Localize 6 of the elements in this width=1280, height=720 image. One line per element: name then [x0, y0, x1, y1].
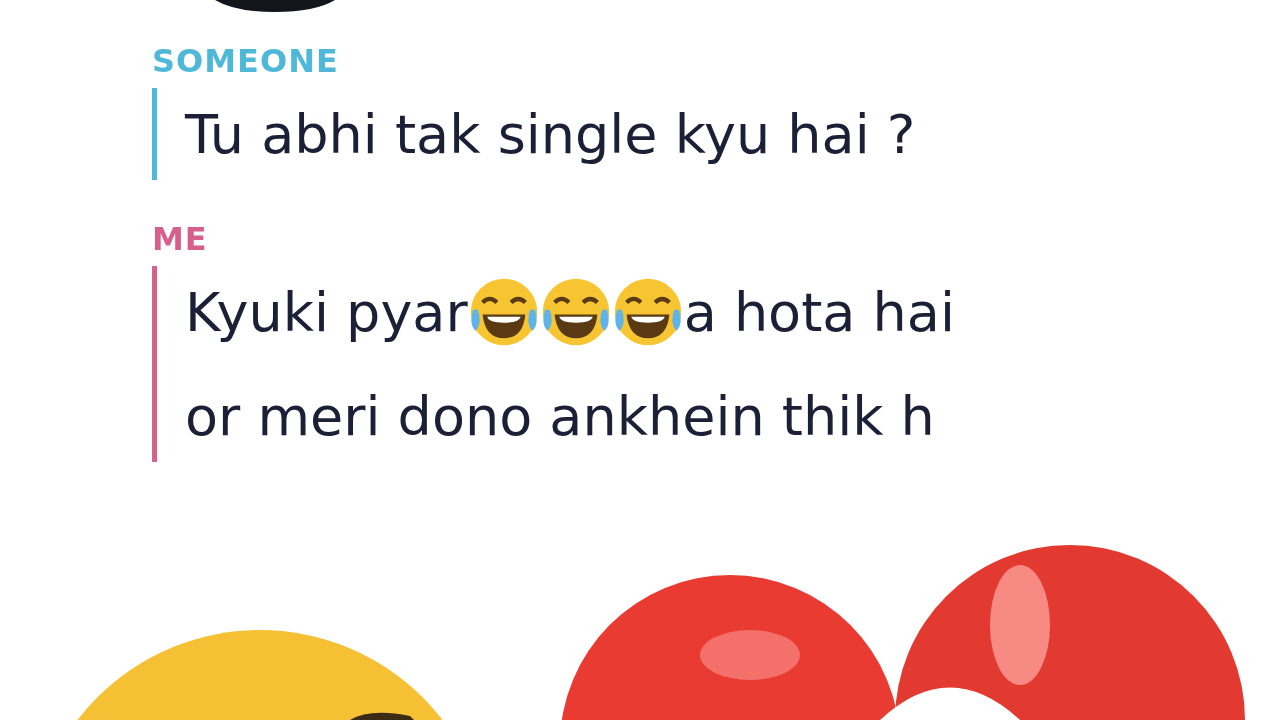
sender-name: SOMEONE: [152, 42, 340, 80]
message-text: Kyuki pyar: [185, 280, 468, 344]
message-text: Tu abhi tak single kyu hai ?: [185, 102, 916, 166]
message-text: or meri dono ankhein thik h: [185, 384, 935, 448]
message-text: a hota hai: [683, 280, 955, 344]
sender-name: ME: [152, 220, 209, 258]
